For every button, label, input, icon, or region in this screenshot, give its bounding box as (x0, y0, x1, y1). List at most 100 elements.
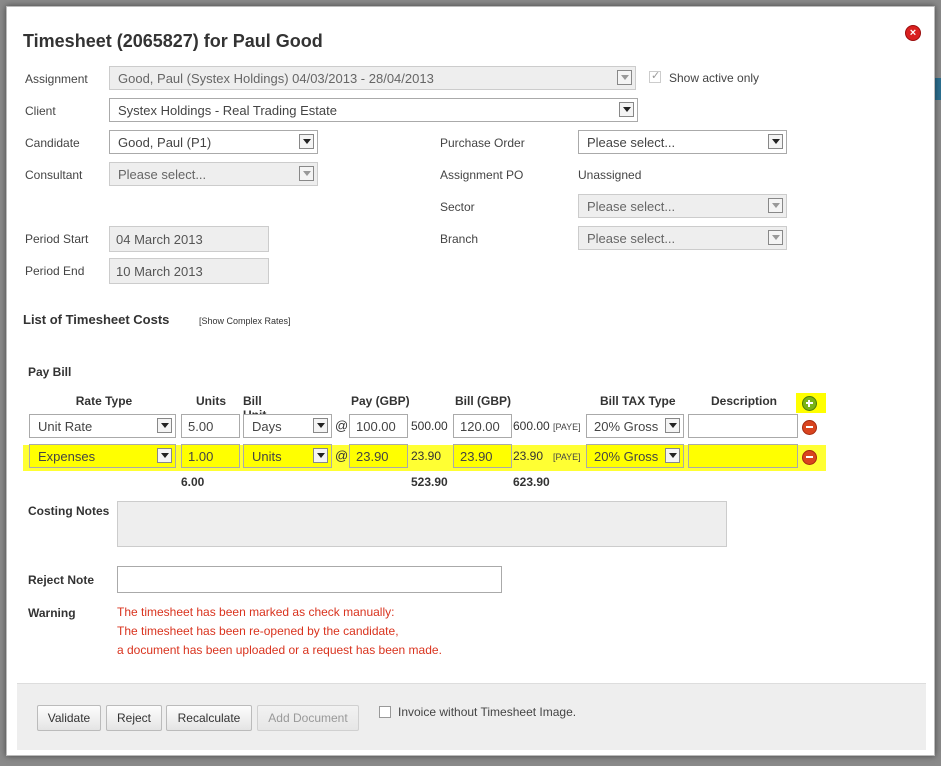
chevron-down-icon (619, 102, 634, 117)
chevron-down-icon (313, 448, 328, 463)
client-select[interactable]: Systex Holdings - Real Trading Estate (109, 98, 638, 122)
row1-tax-type-select[interactable]: 20% Gross (586, 414, 684, 438)
candidate-select[interactable]: Good, Paul (P1) (109, 130, 318, 154)
row1-remove-icon[interactable] (802, 420, 817, 435)
header-pay: Pay (GBP) (351, 394, 410, 408)
row2-rate-type-select[interactable]: Expenses (29, 444, 176, 468)
row1-description-input[interactable] (688, 414, 798, 438)
row2-bill-total: 23.90 (513, 449, 544, 463)
sector-value: Please select... (587, 199, 676, 214)
row1-units-input[interactable]: 5.00 (181, 414, 240, 438)
assignment-label: Assignment (25, 72, 88, 86)
row2-pay-total: 23.90 (411, 449, 442, 463)
costs-section-title: List of Timesheet Costs (23, 312, 170, 327)
period-end-label: Period End (25, 264, 85, 278)
row1-bill-unit-select[interactable]: Days (243, 414, 332, 438)
candidate-value: Good, Paul (P1) (118, 135, 212, 150)
header-description: Description (711, 394, 778, 408)
chevron-down-icon (157, 448, 172, 463)
row1-bill-input[interactable]: 120.00 (453, 414, 512, 438)
costing-notes-textarea[interactable] (117, 501, 727, 547)
chevron-down-icon (768, 134, 783, 149)
consultant-value: Please select... (118, 167, 207, 182)
dialog-title: Timesheet (2065827) for Paul Good (23, 31, 323, 51)
period-end-input[interactable]: 10 March 2013 (109, 258, 269, 284)
candidate-label: Candidate (25, 136, 80, 150)
pay-bill-label: Pay Bill (28, 365, 72, 379)
show-complex-rates-link[interactable]: [Show Complex Rates] (199, 316, 291, 326)
branch-select[interactable]: Please select... (578, 226, 787, 250)
purchase-order-value: Please select... (587, 135, 676, 150)
timesheet-dialog: Timesheet (2065827) for Paul Good × Assi… (6, 6, 935, 756)
period-start-label: Period Start (25, 232, 89, 246)
reject-button[interactable]: Reject (106, 705, 162, 731)
total-pay: 523.90 (411, 475, 448, 489)
header-bill: Bill (GBP) (455, 394, 511, 408)
row2-bill-unit-select[interactable]: Units (243, 444, 332, 468)
chevron-down-icon (665, 448, 680, 463)
row2-pay-input[interactable]: 23.90 (349, 444, 408, 468)
warning-label: Warning (28, 606, 76, 620)
row1-rate-type-select[interactable]: Unit Rate (29, 414, 176, 438)
recalculate-button[interactable]: Recalculate (166, 705, 252, 731)
reject-note-input[interactable] (117, 566, 502, 593)
row2-bill-input[interactable]: 23.90 (453, 444, 512, 468)
invoice-without-image-checkbox[interactable] (379, 706, 391, 718)
add-document-button[interactable]: Add Document (257, 705, 359, 731)
branch-label: Branch (440, 232, 479, 246)
consultant-select[interactable]: Please select... (109, 162, 318, 186)
chevron-down-icon (768, 198, 783, 213)
row1-tax-type-value: 20% Gross (594, 419, 659, 434)
client-label: Client (25, 104, 56, 118)
row2-rate-type-value: Expenses (38, 449, 96, 464)
header-bill-tax-type: Bill TAX Type (600, 394, 676, 408)
chevron-down-icon (665, 418, 680, 433)
warning-line: The timesheet has been re-opened by the … (117, 624, 399, 638)
consultant-label: Consultant (25, 168, 83, 182)
chevron-down-icon (157, 418, 172, 433)
sector-label: Sector (440, 200, 475, 214)
header-rate-type: Rate Type (75, 394, 133, 408)
row2-at: @ (335, 448, 349, 463)
show-active-only-label: Show active only (669, 71, 760, 85)
chevron-down-icon (313, 418, 328, 433)
row2-units-input[interactable]: 1.00 (181, 444, 240, 468)
purchase-order-label: Purchase Order (440, 136, 525, 150)
show-active-only-checkbox[interactable] (649, 69, 661, 83)
chevron-down-icon (299, 166, 314, 181)
sector-select[interactable]: Please select... (578, 194, 787, 218)
warning-line: a document has been uploaded or a reques… (117, 643, 442, 657)
reject-note-label: Reject Note (28, 573, 95, 587)
assignment-po-label: Assignment PO (440, 168, 524, 182)
client-value: Systex Holdings - Real Trading Estate (118, 103, 337, 118)
chevron-down-icon (299, 134, 314, 149)
row1-paye-tag: [PAYE] (553, 422, 581, 432)
validate-button[interactable]: Validate (37, 705, 101, 731)
close-icon[interactable]: × (905, 25, 921, 41)
row1-bill-unit-value: Days (252, 419, 282, 434)
chevron-down-icon (768, 230, 783, 245)
purchase-order-select[interactable]: Please select... (578, 130, 787, 154)
warning-messages: The timesheet has been marked as check m… (117, 603, 442, 660)
assignment-value: Good, Paul (Systex Holdings) 04/03/2013 … (118, 71, 434, 86)
row1-bill-total: 600.00 (513, 419, 550, 433)
row2-tax-type-select[interactable]: 20% Gross (586, 444, 684, 468)
warning-line: The timesheet has been marked as check m… (117, 605, 395, 619)
total-bill: 623.90 (513, 475, 550, 489)
row2-remove-icon[interactable] (802, 450, 817, 465)
period-start-input[interactable]: 04 March 2013 (109, 226, 269, 252)
costing-notes-label: Costing Notes (28, 504, 110, 518)
row2-tax-type-value: 20% Gross (594, 449, 659, 464)
row2-bill-unit-value: Units (252, 449, 282, 464)
row1-at: @ (335, 418, 349, 433)
add-row-icon[interactable] (802, 396, 817, 411)
total-units: 6.00 (181, 475, 205, 489)
assignment-po-value: Unassigned (578, 168, 642, 182)
assignment-select[interactable]: Good, Paul (Systex Holdings) 04/03/2013 … (109, 66, 636, 90)
dialog-footer: Validate Reject Recalculate Add Document… (17, 683, 926, 750)
chevron-down-icon (617, 70, 632, 85)
header-units: Units (196, 394, 226, 408)
row2-description-input[interactable] (688, 444, 798, 468)
row2-paye-tag: [PAYE] (553, 452, 581, 462)
row1-pay-input[interactable]: 100.00 (349, 414, 408, 438)
